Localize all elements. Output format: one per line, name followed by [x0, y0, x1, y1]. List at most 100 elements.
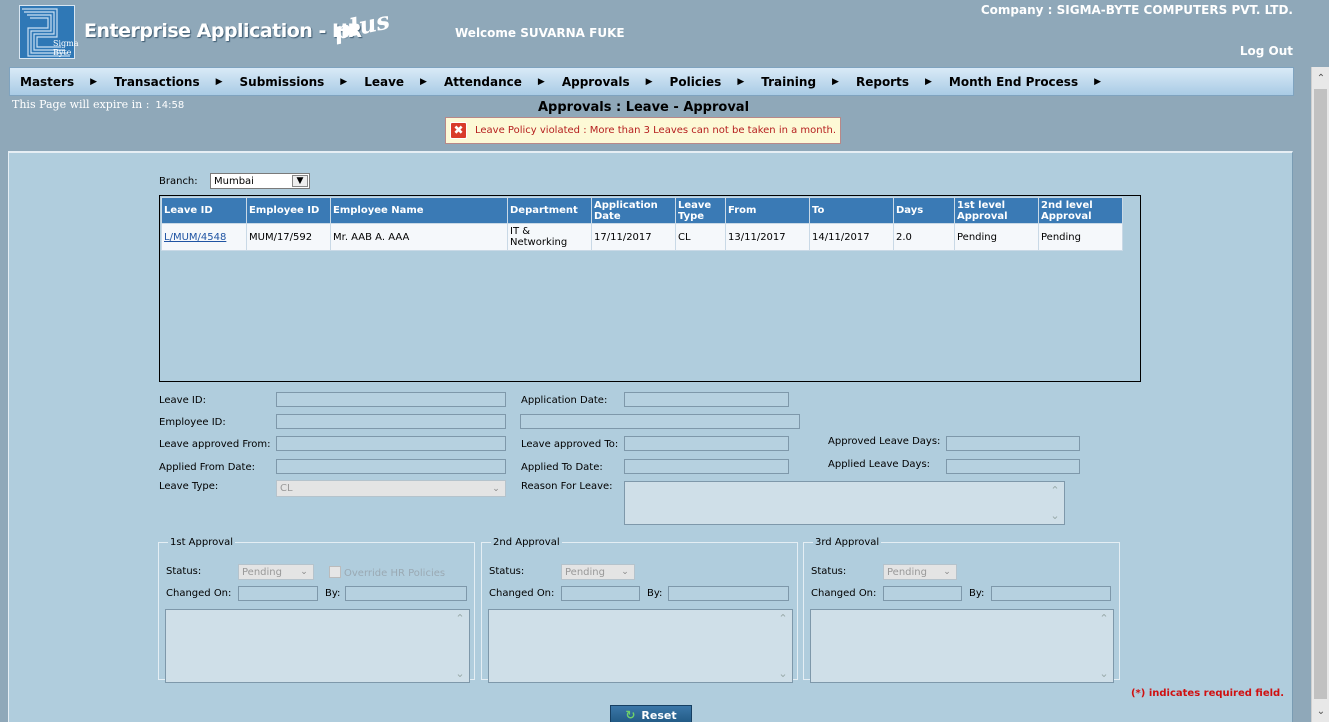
chevron-down-icon: ⌄ — [488, 482, 504, 495]
cell-employee-name: Mr. AAB A. AAA — [330, 223, 508, 251]
chevron-up-icon: ⌃ — [1099, 612, 1109, 625]
first-approval-by-field[interactable] — [345, 586, 467, 601]
welcome-message: Welcome SUVARNA FUKE — [455, 26, 625, 40]
employee-id-label: Employee ID: — [159, 417, 226, 428]
menu-submissions[interactable]: Submissions ▶ — [240, 75, 348, 89]
menu-masters[interactable]: Masters ▶ — [20, 75, 97, 89]
leave-approved-to-label: Leave approved To: — [521, 439, 619, 450]
status-label: Status: — [811, 566, 847, 577]
logo-text: Sigma Byte — [53, 39, 79, 57]
first-approval-remarks[interactable]: ⌃ ⌄ — [165, 609, 470, 683]
approved-leave-days-label: Approved Leave Days: — [828, 436, 941, 447]
menu-training[interactable]: Training ▶ — [761, 75, 839, 89]
menu-reports[interactable]: Reports ▶ — [856, 75, 932, 89]
second-approval-by-field[interactable] — [668, 586, 789, 601]
col-first-level-approval: 1st level Approval — [954, 197, 1039, 224]
first-approval-legend: 1st Approval — [170, 537, 234, 548]
main-panel: Branch: Mumbai ▼ Leave ID Employee ID Emp… — [8, 151, 1293, 722]
leave-id-field[interactable] — [276, 392, 506, 407]
override-hr-policies-checkbox[interactable] — [329, 566, 341, 578]
error-message-box: ✖ Leave Policy violated : More than 3 Le… — [445, 117, 841, 144]
first-approval-changed-on-field[interactable] — [238, 586, 318, 601]
applied-from-date-field[interactable] — [276, 459, 506, 474]
second-approval-remarks[interactable]: ⌃ ⌄ — [488, 609, 793, 683]
cell-to: 14/11/2017 — [809, 223, 894, 251]
chevron-down-icon: ⌄ — [455, 667, 465, 680]
application-date-field[interactable] — [624, 392, 789, 407]
col-from: From — [725, 197, 810, 224]
branch-select[interactable]: Mumbai ▼ — [210, 173, 310, 189]
submenu-arrow-icon: ▶ — [90, 76, 98, 87]
page-scrollbar[interactable]: ⌃ ⌄ — [1311, 67, 1329, 722]
second-approval-changed-on-field[interactable] — [561, 586, 640, 601]
chevron-down-icon: ⌄ — [617, 566, 633, 578]
scroll-down-icon[interactable]: ⌄ — [1312, 702, 1329, 720]
third-approval-by-field[interactable] — [991, 586, 1111, 601]
menu-policies[interactable]: Policies ▶ — [670, 75, 745, 89]
menu-month-end-process[interactable]: Month End Process ▶ — [949, 75, 1101, 89]
textarea-scroll[interactable]: ⌃ ⌄ — [1048, 484, 1062, 522]
status-label: Status: — [489, 566, 525, 577]
chevron-up-icon: ⌃ — [1050, 484, 1060, 497]
employee-name-field[interactable] — [520, 414, 800, 429]
leave-id-link[interactable]: L/MUM/4548 — [164, 232, 226, 243]
second-approval-legend: 2nd Approval — [493, 537, 560, 548]
reason-for-leave-textarea[interactable]: ⌃ ⌄ — [624, 481, 1065, 525]
third-approval-status-select[interactable]: Pending ⌄ — [883, 564, 957, 580]
menu-attendance[interactable]: Attendance ▶ — [444, 75, 545, 89]
reset-button[interactable]: ↻ Reset — [610, 705, 692, 722]
error-message: Leave Policy violated : More than 3 Leav… — [475, 125, 837, 136]
table-row[interactable]: L/MUM/4548 MUM/17/592 Mr. AAB A. AAA IT … — [161, 223, 1123, 251]
app-title-plus: plus — [330, 5, 393, 46]
menu-leave[interactable]: Leave ▶ — [364, 75, 427, 89]
changed-on-label: Changed On: — [489, 588, 555, 599]
textarea-scroll[interactable]: ⌃ ⌄ — [1097, 612, 1111, 680]
application-date-label: Application Date: — [521, 395, 608, 406]
cell-application-date: 17/11/2017 — [591, 223, 676, 251]
logout-link[interactable]: Log Out — [1240, 44, 1293, 58]
applied-to-date-field[interactable] — [624, 459, 789, 474]
cell-from: 13/11/2017 — [725, 223, 810, 251]
page-title: Approvals : Leave - Approval — [538, 100, 750, 115]
employee-id-field[interactable] — [276, 414, 506, 429]
by-label: By: — [969, 588, 985, 599]
expiry-timer: 14:58 — [155, 100, 185, 111]
by-label: By: — [325, 588, 341, 599]
textarea-scroll[interactable]: ⌃ ⌄ — [776, 612, 790, 680]
leave-approved-from-field[interactable] — [276, 436, 506, 451]
leave-approved-to-field[interactable] — [624, 436, 789, 451]
branch-label: Branch: — [159, 176, 198, 187]
status-label: Status: — [166, 566, 202, 577]
cell-employee-id: MUM/17/592 — [246, 223, 331, 251]
textarea-scroll[interactable]: ⌃ ⌄ — [453, 612, 467, 680]
expiry-label: This Page will expire in : — [12, 98, 150, 111]
third-approval-changed-on-field[interactable] — [883, 586, 962, 601]
leave-type-select[interactable]: CL ⌄ — [276, 480, 506, 497]
submenu-arrow-icon: ▶ — [420, 76, 427, 87]
chevron-down-icon: ▼ — [292, 175, 308, 187]
second-approval-status-select[interactable]: Pending ⌄ — [561, 564, 635, 580]
error-x-icon: ✖ — [450, 122, 467, 139]
leave-grid: Leave ID Employee ID Employee Name Depar… — [159, 195, 1141, 382]
submenu-arrow-icon: ▶ — [215, 76, 223, 87]
applied-leave-days-field[interactable] — [946, 459, 1080, 474]
cell-leave-type: CL — [675, 223, 726, 251]
approved-leave-days-field[interactable] — [946, 436, 1080, 451]
first-approval-status-select[interactable]: Pending ⌄ — [238, 564, 314, 580]
chevron-down-icon: ⌄ — [296, 566, 312, 578]
third-approval-remarks[interactable]: ⌃ ⌄ — [810, 609, 1114, 683]
submenu-arrow-icon: ▶ — [645, 76, 653, 87]
submenu-arrow-icon: ▶ — [832, 76, 839, 87]
menu-transactions[interactable]: Transactions ▶ — [114, 75, 222, 89]
menu-approvals[interactable]: Approvals ▶ — [562, 75, 653, 89]
leave-type-label: Leave Type: — [159, 481, 219, 492]
third-approval-group: 3rd Approval Status: Pending ⌄ Changed On… — [803, 537, 1120, 683]
table-header-row: Leave ID Employee ID Employee Name Depar… — [161, 197, 1123, 224]
scrollbar-thumb[interactable] — [1314, 89, 1327, 699]
col-employee-name: Employee Name — [330, 197, 508, 224]
leave-approved-from-label: Leave approved From: — [159, 439, 271, 450]
submenu-arrow-icon: ▶ — [1094, 76, 1102, 87]
chevron-up-icon: ⌃ — [778, 612, 788, 625]
first-approval-group: 1st Approval Status: Pending ⌄ Override H… — [158, 537, 475, 683]
scroll-up-icon[interactable]: ⌃ — [1312, 69, 1329, 87]
